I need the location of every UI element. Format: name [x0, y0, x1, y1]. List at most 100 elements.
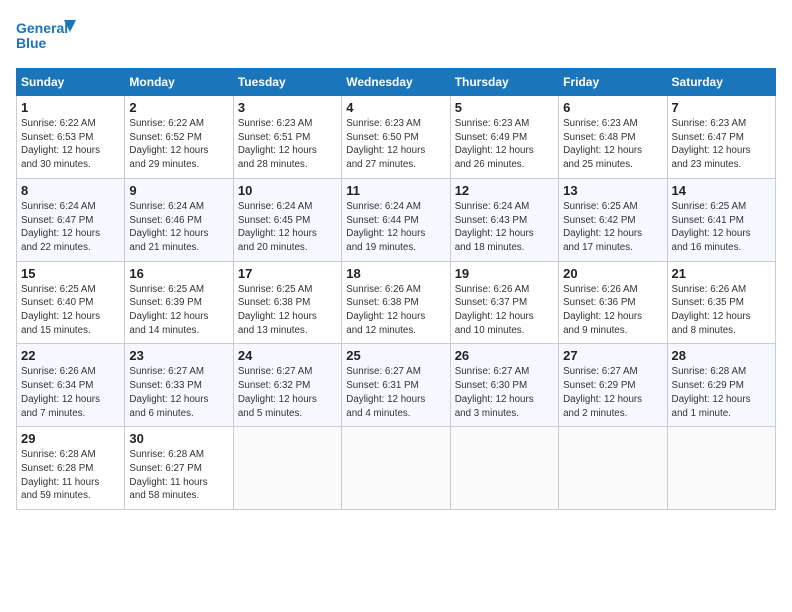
day-info: Sunrise: 6:28 AM Sunset: 6:29 PM Dayligh… — [672, 365, 771, 420]
calendar-cell: 11 Sunrise: 6:24 AM Sunset: 6:44 PM Dayli… — [342, 178, 450, 261]
day-info: Sunrise: 6:25 AM Sunset: 6:38 PM Dayligh… — [238, 283, 337, 338]
calendar-week-row: 15 Sunrise: 6:25 AM Sunset: 6:40 PM Dayli… — [17, 261, 776, 344]
calendar-cell: 18Sunrise: 6:26 AM Sunset: 6:38 PM Dayli… — [342, 261, 450, 344]
day-number: 19 — [455, 266, 554, 281]
day-number: 7 — [672, 100, 771, 115]
day-info: Sunrise: 6:24 AM Sunset: 6:44 PM Dayligh… — [346, 200, 445, 255]
calendar-cell: 6Sunrise: 6:23 AM Sunset: 6:48 PM Daylig… — [559, 96, 667, 179]
day-number: 4 — [346, 100, 445, 115]
day-info: Sunrise: 6:26 AM Sunset: 6:37 PM Dayligh… — [455, 283, 554, 338]
day-info: Sunrise: 6:23 AM Sunset: 6:49 PM Dayligh… — [455, 117, 554, 172]
calendar-week-row: 22 Sunrise: 6:26 AM Sunset: 6:34 PM Dayli… — [17, 344, 776, 427]
calendar-cell: 21 Sunrise: 6:26 AM Sunset: 6:35 PM Dayli… — [667, 261, 775, 344]
day-info: Sunrise: 6:27 AM Sunset: 6:32 PM Dayligh… — [238, 365, 337, 420]
day-number: 16 — [129, 266, 228, 281]
svg-text:Blue: Blue — [16, 35, 47, 51]
calendar-cell: 12 Sunrise: 6:24 AM Sunset: 6:43 PM Dayli… — [450, 178, 558, 261]
calendar-cell: 28 Sunrise: 6:28 AM Sunset: 6:29 PM Dayli… — [667, 344, 775, 427]
day-info: Sunrise: 6:24 AM Sunset: 6:46 PM Dayligh… — [129, 200, 228, 255]
calendar-cell — [667, 427, 775, 510]
day-number: 17 — [238, 266, 337, 281]
calendar-cell: 25 Sunrise: 6:27 AM Sunset: 6:31 PM Dayli… — [342, 344, 450, 427]
day-number: 11 — [346, 183, 445, 198]
day-number: 10 — [238, 183, 337, 198]
day-number: 3 — [238, 100, 337, 115]
calendar-cell: 5 Sunrise: 6:23 AM Sunset: 6:49 PM Daylig… — [450, 96, 558, 179]
calendar-cell: 3 Sunrise: 6:23 AM Sunset: 6:51 PM Daylig… — [233, 96, 341, 179]
day-number: 29 — [21, 431, 120, 446]
day-info: Sunrise: 6:22 AM Sunset: 6:53 PM Dayligh… — [21, 117, 120, 172]
day-info: Sunrise: 6:26 AM Sunset: 6:34 PM Dayligh… — [21, 365, 120, 420]
calendar-cell — [559, 427, 667, 510]
day-number: 22 — [21, 348, 120, 363]
calendar-cell: 19 Sunrise: 6:26 AM Sunset: 6:37 PM Dayli… — [450, 261, 558, 344]
calendar-cell: 15 Sunrise: 6:25 AM Sunset: 6:40 PM Dayli… — [17, 261, 125, 344]
day-info: Sunrise: 6:23 AM Sunset: 6:51 PM Dayligh… — [238, 117, 337, 172]
day-number: 13 — [563, 183, 662, 198]
calendar-cell: 22 Sunrise: 6:26 AM Sunset: 6:34 PM Dayli… — [17, 344, 125, 427]
calendar-cell: 27Sunrise: 6:27 AM Sunset: 6:29 PM Dayli… — [559, 344, 667, 427]
day-info: Sunrise: 6:27 AM Sunset: 6:31 PM Dayligh… — [346, 365, 445, 420]
day-info: Sunrise: 6:24 AM Sunset: 6:43 PM Dayligh… — [455, 200, 554, 255]
day-number: 5 — [455, 100, 554, 115]
day-number: 15 — [21, 266, 120, 281]
day-info: Sunrise: 6:25 AM Sunset: 6:41 PM Dayligh… — [672, 200, 771, 255]
calendar-cell: 30 Sunrise: 6:28 AM Sunset: 6:27 PM Dayli… — [125, 427, 233, 510]
column-header-monday: Monday — [125, 69, 233, 96]
day-number: 18 — [346, 266, 445, 281]
calendar-cell: 2Sunrise: 6:22 AM Sunset: 6:52 PM Daylig… — [125, 96, 233, 179]
column-header-tuesday: Tuesday — [233, 69, 341, 96]
day-number: 21 — [672, 266, 771, 281]
calendar-cell: 9Sunrise: 6:24 AM Sunset: 6:46 PM Daylig… — [125, 178, 233, 261]
calendar-cell: 23Sunrise: 6:27 AM Sunset: 6:33 PM Dayli… — [125, 344, 233, 427]
calendar-cell: 7 Sunrise: 6:23 AM Sunset: 6:47 PM Daylig… — [667, 96, 775, 179]
day-number: 26 — [455, 348, 554, 363]
calendar-week-row: 29 Sunrise: 6:28 AM Sunset: 6:28 PM Dayli… — [17, 427, 776, 510]
calendar-cell: 10Sunrise: 6:24 AM Sunset: 6:45 PM Dayli… — [233, 178, 341, 261]
day-number: 14 — [672, 183, 771, 198]
column-header-friday: Friday — [559, 69, 667, 96]
day-number: 28 — [672, 348, 771, 363]
day-info: Sunrise: 6:28 AM Sunset: 6:27 PM Dayligh… — [129, 448, 228, 503]
day-number: 24 — [238, 348, 337, 363]
page-header: GeneralBlue — [16, 16, 776, 56]
column-header-saturday: Saturday — [667, 69, 775, 96]
column-header-sunday: Sunday — [17, 69, 125, 96]
day-number: 23 — [129, 348, 228, 363]
day-info: Sunrise: 6:26 AM Sunset: 6:35 PM Dayligh… — [672, 283, 771, 338]
calendar-cell: 24 Sunrise: 6:27 AM Sunset: 6:32 PM Dayli… — [233, 344, 341, 427]
calendar-cell: 26 Sunrise: 6:27 AM Sunset: 6:30 PM Dayli… — [450, 344, 558, 427]
calendar-cell: 20Sunrise: 6:26 AM Sunset: 6:36 PM Dayli… — [559, 261, 667, 344]
svg-text:General: General — [16, 20, 68, 36]
column-header-thursday: Thursday — [450, 69, 558, 96]
day-number: 2 — [129, 100, 228, 115]
day-info: Sunrise: 6:24 AM Sunset: 6:47 PM Dayligh… — [21, 200, 120, 255]
day-number: 25 — [346, 348, 445, 363]
day-info: Sunrise: 6:23 AM Sunset: 6:47 PM Dayligh… — [672, 117, 771, 172]
calendar-week-row: 1Sunrise: 6:22 AM Sunset: 6:53 PM Daylig… — [17, 96, 776, 179]
calendar-cell: 17 Sunrise: 6:25 AM Sunset: 6:38 PM Dayli… — [233, 261, 341, 344]
calendar-week-row: 8 Sunrise: 6:24 AM Sunset: 6:47 PM Daylig… — [17, 178, 776, 261]
calendar-table: SundayMondayTuesdayWednesdayThursdayFrid… — [16, 68, 776, 510]
calendar-cell: 16 Sunrise: 6:25 AM Sunset: 6:39 PM Dayli… — [125, 261, 233, 344]
calendar-cell: 13Sunrise: 6:25 AM Sunset: 6:42 PM Dayli… — [559, 178, 667, 261]
calendar-cell: 1Sunrise: 6:22 AM Sunset: 6:53 PM Daylig… — [17, 96, 125, 179]
day-info: Sunrise: 6:25 AM Sunset: 6:39 PM Dayligh… — [129, 283, 228, 338]
column-header-wednesday: Wednesday — [342, 69, 450, 96]
calendar-cell: 8 Sunrise: 6:24 AM Sunset: 6:47 PM Daylig… — [17, 178, 125, 261]
day-info: Sunrise: 6:28 AM Sunset: 6:28 PM Dayligh… — [21, 448, 120, 503]
logo: GeneralBlue — [16, 16, 76, 56]
calendar-header-row: SundayMondayTuesdayWednesdayThursdayFrid… — [17, 69, 776, 96]
day-number: 30 — [129, 431, 228, 446]
day-number: 20 — [563, 266, 662, 281]
day-info: Sunrise: 6:25 AM Sunset: 6:40 PM Dayligh… — [21, 283, 120, 338]
day-number: 8 — [21, 183, 120, 198]
calendar-cell: 29 Sunrise: 6:28 AM Sunset: 6:28 PM Dayli… — [17, 427, 125, 510]
day-number: 12 — [455, 183, 554, 198]
calendar-cell — [342, 427, 450, 510]
calendar-cell — [450, 427, 558, 510]
day-info: Sunrise: 6:27 AM Sunset: 6:30 PM Dayligh… — [455, 365, 554, 420]
day-number: 6 — [563, 100, 662, 115]
calendar-cell: 14 Sunrise: 6:25 AM Sunset: 6:41 PM Dayli… — [667, 178, 775, 261]
calendar-cell: 4Sunrise: 6:23 AM Sunset: 6:50 PM Daylig… — [342, 96, 450, 179]
